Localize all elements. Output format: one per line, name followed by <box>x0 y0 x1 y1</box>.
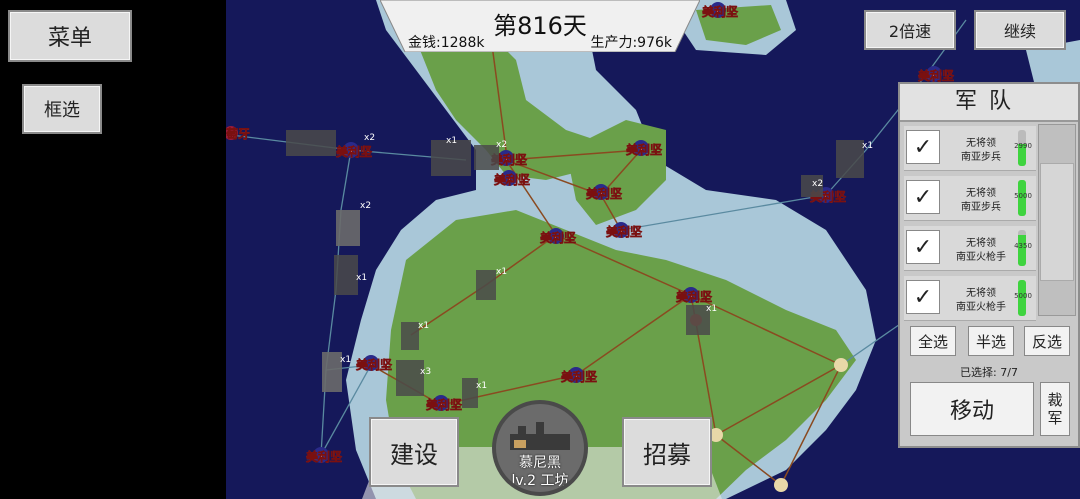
unit-count: x2 <box>360 201 371 211</box>
unit-type: 南亚步兵 <box>961 152 1001 163</box>
army-stack[interactable] <box>401 322 419 350</box>
city-label: 葡萄牙 <box>226 126 250 141</box>
unit-count: x3 <box>420 367 431 377</box>
city-label: 美利坚 <box>626 142 662 157</box>
unit-checkbox[interactable]: ✓ <box>906 180 940 214</box>
unit-strength: 5000 <box>1014 192 1032 200</box>
city-label: 美利坚 <box>336 144 372 159</box>
city-label: 美利坚 <box>586 186 622 201</box>
unit-count: x2 <box>364 133 375 143</box>
unit-count: x1 <box>862 141 873 151</box>
select-all-button[interactable]: 全选 <box>910 326 956 356</box>
city-label: 美利坚 <box>676 289 712 304</box>
unit-count: x1 <box>340 355 351 365</box>
neutral-city-marker[interactable] <box>774 478 788 492</box>
city-label: 美利坚 <box>561 369 597 384</box>
money-value: 金钱:1288k <box>408 35 485 51</box>
box-select-button[interactable]: 框选 <box>22 84 102 134</box>
city-label: 美利坚 <box>606 224 642 239</box>
unit-checkbox[interactable]: ✓ <box>906 230 940 264</box>
unit-row[interactable]: ✓ 无将领 南亚步兵 5000 <box>904 176 1036 221</box>
unit-count: x2 <box>496 140 507 150</box>
army-stack[interactable] <box>836 140 864 178</box>
selected-count: 已选择: 7/7 <box>960 366 1018 379</box>
production-value: 生产力:976k <box>590 35 672 51</box>
unit-strength-fill <box>1018 234 1026 266</box>
unit-count: x1 <box>446 136 457 146</box>
select-half-button[interactable]: 半选 <box>968 326 1014 356</box>
menu-button[interactable]: 菜单 <box>8 10 132 62</box>
city-label: 美利坚 <box>540 230 576 245</box>
unit-checkbox[interactable]: ✓ <box>906 130 940 164</box>
unit-type: 南亚火枪手 <box>956 252 1006 263</box>
unit-count: x1 <box>476 381 487 391</box>
unit-count: x1 <box>418 321 429 331</box>
unit-row[interactable]: ✓ 无将领 南亚步兵 2990 <box>904 126 1036 171</box>
unit-count: x2 <box>812 179 823 189</box>
selected-city-portrait[interactable]: 慕尼黑 lv.2 工坊 <box>492 400 588 496</box>
city-label: 美利坚 <box>702 4 738 19</box>
unit-leader: 无将领 <box>966 288 996 299</box>
unit-leader: 无将领 <box>966 188 996 199</box>
unit-count: x1 <box>356 273 367 283</box>
army-panel-title: 军队 <box>900 84 1078 122</box>
unit-count: x1 <box>706 304 717 314</box>
unit-list-scrollbar[interactable] <box>1038 124 1076 316</box>
status-bar: 第816天 金钱:1288k 生产力:976k <box>380 0 700 52</box>
unit-strength: 5000 <box>1014 292 1032 300</box>
city-label: 美利坚 <box>356 357 392 372</box>
unit-strength: 4350 <box>1014 242 1032 250</box>
army-stack[interactable] <box>286 130 336 156</box>
build-button[interactable]: 建设 <box>369 417 459 487</box>
unit-row[interactable]: ✓ 无将领 南亚火枪手 4350 <box>904 226 1036 271</box>
scrollbar-thumb[interactable] <box>1040 163 1074 281</box>
unit-leader: 无将领 <box>966 138 996 149</box>
city-label: 美利坚 <box>306 449 342 464</box>
city-label: 美利坚 <box>494 172 530 187</box>
army-stack[interactable] <box>334 255 358 295</box>
continue-button[interactable]: 继续 <box>974 10 1066 50</box>
army-stack[interactable] <box>396 360 424 396</box>
city-building-level: lv.2 工坊 <box>511 473 569 489</box>
army-panel: 军队 ✓ 无将领 南亚步兵 2990 ✓ 无将领 南亚步兵 5000 ✓ 无将领… <box>898 82 1080 448</box>
unit-leader: 无将领 <box>966 238 996 249</box>
recruit-button[interactable]: 招募 <box>622 417 712 487</box>
city-label: 美利坚 <box>918 68 954 83</box>
neutral-city-marker[interactable] <box>834 358 848 372</box>
unit-type: 南亚步兵 <box>961 202 1001 213</box>
move-button[interactable]: 移动 <box>910 382 1034 436</box>
speed-button[interactable]: 2倍速 <box>864 10 956 50</box>
city-label: 美利坚 <box>426 397 462 412</box>
unit-count: x1 <box>496 267 507 277</box>
unit-strength: 2990 <box>1014 142 1032 150</box>
army-stack[interactable] <box>476 270 496 300</box>
invert-selection-button[interactable]: 反选 <box>1024 326 1070 356</box>
unit-row[interactable]: ✓ 无将领 南亚火枪手 5000 <box>904 276 1036 321</box>
ship-stack[interactable] <box>322 352 342 392</box>
ship-stack[interactable] <box>336 210 360 246</box>
city-name: 慕尼黑 <box>519 455 561 471</box>
disband-button[interactable]: 裁军 <box>1040 382 1070 436</box>
unit-checkbox[interactable]: ✓ <box>906 280 940 314</box>
unit-type: 南亚火枪手 <box>956 302 1006 313</box>
